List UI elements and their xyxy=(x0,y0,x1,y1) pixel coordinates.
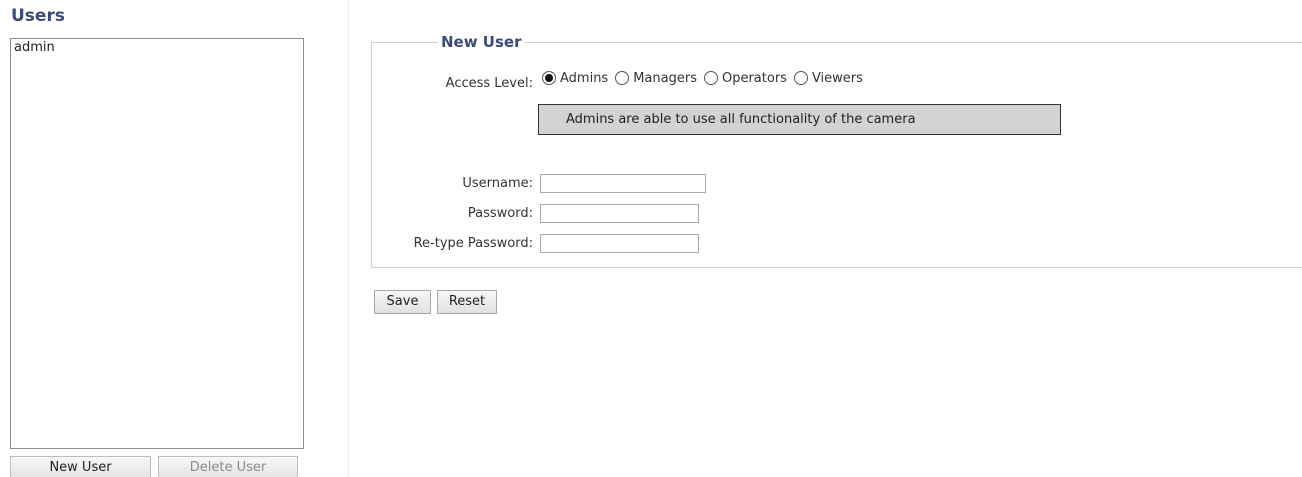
save-button[interactable]: Save xyxy=(374,290,431,314)
reset-button[interactable]: Reset xyxy=(437,290,497,314)
username-label: Username: xyxy=(462,176,533,191)
access-level-label: Access Level: xyxy=(445,76,533,91)
radio-managers[interactable]: Managers xyxy=(615,71,697,86)
radio-operators[interactable]: Operators xyxy=(703,71,787,86)
panel-divider xyxy=(348,0,349,477)
radio-viewers[interactable]: Viewers xyxy=(793,71,863,86)
radio-admins-circle[interactable] xyxy=(542,71,556,85)
new-user-legend: New User xyxy=(438,33,525,51)
radio-viewers-circle[interactable] xyxy=(793,71,808,85)
radio-admins[interactable]: Admins xyxy=(542,71,608,86)
radio-operators-circle[interactable] xyxy=(703,71,718,85)
radio-viewers-label[interactable]: Viewers xyxy=(812,71,863,86)
delete-user-button[interactable]: Delete User xyxy=(158,456,298,477)
users-panel-title: Users xyxy=(11,6,65,26)
new-user-button[interactable]: New User xyxy=(10,456,151,477)
retype-password-label: Re-type Password: xyxy=(413,236,533,251)
password-input[interactable] xyxy=(540,204,699,223)
user-list[interactable]: admin xyxy=(10,38,304,449)
user-management-page: Users admin New User Delete User New Use… xyxy=(0,0,1302,477)
user-list-item[interactable]: admin xyxy=(11,39,303,56)
access-level-description: Admins are able to use all functionality… xyxy=(538,104,1061,135)
radio-managers-circle[interactable] xyxy=(615,71,630,85)
radio-admins-label[interactable]: Admins xyxy=(560,71,608,86)
access-level-radio-group: Admins Managers Operators Viewers xyxy=(542,67,870,89)
password-label: Password: xyxy=(467,206,533,221)
radio-selected-dot xyxy=(545,74,553,82)
radio-managers-label[interactable]: Managers xyxy=(633,71,697,86)
radio-operators-label[interactable]: Operators xyxy=(722,71,787,86)
retype-password-input[interactable] xyxy=(540,234,699,253)
username-input[interactable] xyxy=(540,174,706,193)
